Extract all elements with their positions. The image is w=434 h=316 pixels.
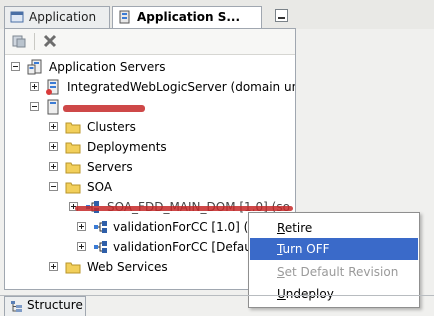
structure-icon — [11, 301, 22, 312]
tab-application-servers[interactable]: Application S... — [112, 6, 262, 28]
tree-label: Web Services — [87, 260, 168, 274]
folder-icon — [65, 162, 81, 174]
tab-structure[interactable]: Structure — [4, 296, 86, 316]
menu-item-undeploy[interactable]: Undeploy — [250, 283, 418, 305]
folder-icon — [65, 122, 81, 134]
application-server-navigator-icon — [119, 10, 130, 24]
expand-toggle[interactable] — [49, 162, 58, 171]
composite-icon — [94, 241, 107, 253]
menu-item-turn-off[interactable]: Turn OFF — [250, 238, 418, 260]
weblogic-server-icon — [46, 79, 59, 95]
menu-item-retire[interactable]: Retire — [250, 217, 418, 239]
tree-label: SOA — [87, 180, 113, 194]
navigator-toolbar — [5, 29, 295, 55]
tree-node-integrated-server[interactable]: IntegratedWebLogicServer (domain unco — [5, 77, 295, 97]
tree-node-deployments[interactable]: Deployments — [5, 137, 295, 157]
tree-label: IntegratedWebLogicServer (domain unco — [67, 80, 295, 94]
collapse-toggle[interactable] — [49, 182, 58, 191]
tree-label: Application Servers — [49, 60, 166, 74]
tab-application-servers-label: Application S... — [137, 10, 241, 24]
tab-structure-label: Structure — [27, 298, 83, 312]
composite-icon — [94, 221, 107, 233]
collapse-toggle[interactable] — [30, 102, 39, 111]
tree-label: Deployments — [87, 140, 167, 154]
tab-application[interactable]: Application — [4, 6, 110, 28]
expand-toggle[interactable] — [49, 122, 58, 131]
folder-icon — [65, 262, 81, 274]
folder-icon — [65, 182, 81, 194]
expand-toggle[interactable] — [77, 242, 86, 251]
redaction-mark — [75, 206, 293, 211]
tree-label: Clusters — [87, 120, 136, 134]
context-menu: Retire Turn OFF Set Default Revision Und… — [248, 212, 420, 308]
folder-icon — [65, 142, 81, 154]
redaction-mark — [63, 105, 145, 112]
tree-node-soa[interactable]: SOA — [5, 177, 295, 197]
tree-label: validationForCC [Default] — [113, 240, 265, 254]
expand-toggle[interactable] — [77, 222, 86, 231]
delete-icon[interactable] — [42, 33, 58, 49]
servers-icon — [27, 59, 42, 75]
tree-node-servers[interactable]: Servers — [5, 157, 295, 177]
minimize-button[interactable] — [275, 9, 288, 22]
expand-toggle[interactable] — [49, 142, 58, 151]
tree-node-server-connection[interactable] — [5, 97, 295, 117]
tree-label: validationForCC [1.0] (so — [113, 220, 262, 234]
collapse-toggle[interactable] — [11, 62, 20, 71]
tree-node-clusters[interactable]: Clusters — [5, 117, 295, 137]
expand-toggle[interactable] — [30, 82, 39, 91]
toolbar-separator — [34, 33, 35, 50]
tree-label: Servers — [87, 160, 133, 174]
application-navigator-icon — [10, 11, 24, 23]
tree-node-application-servers[interactable]: Application Servers — [5, 57, 295, 77]
refresh-icon[interactable] — [11, 33, 27, 49]
server-connection-icon — [47, 99, 59, 115]
menu-item-set-default-revision[interactable]: Set Default Revision — [250, 261, 418, 283]
tab-application-label: Application — [29, 10, 97, 24]
expand-toggle[interactable] — [49, 262, 58, 271]
